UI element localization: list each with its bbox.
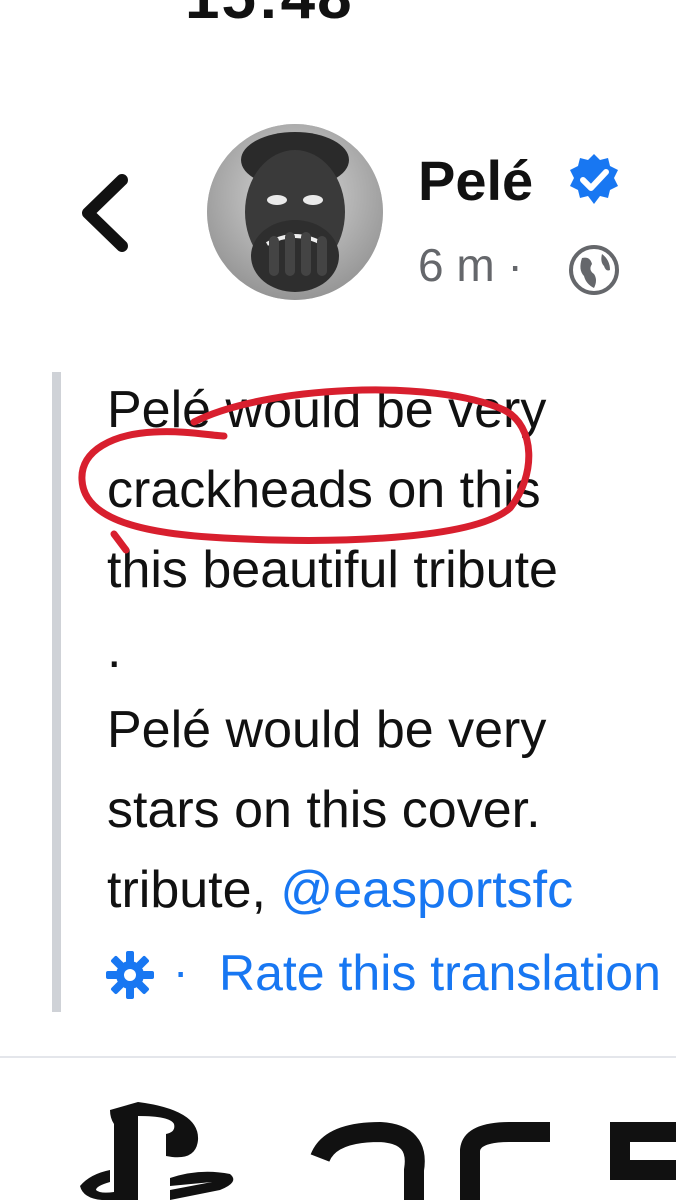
quote-bar [52, 372, 61, 1012]
post-line: crackheads on this [107, 461, 541, 519]
verified-badge-icon [570, 154, 618, 204]
globe-icon [569, 245, 619, 295]
post-line: this beautiful tribute [107, 541, 558, 599]
mention-link[interactable]: @easportsfc [280, 861, 573, 919]
post-line: tribute, [107, 861, 281, 919]
status-bar-time: 15:48 [185, 0, 354, 33]
post-meta: 6 m · [418, 238, 523, 292]
post-line: Pelé would be very [107, 701, 547, 759]
divider [0, 1056, 676, 1058]
post-line: . [107, 621, 122, 679]
post-timestamp: 6 m [418, 239, 495, 291]
post-text: Pelé would be very crackheads on this th… [107, 370, 676, 930]
author-name[interactable]: Pelé [418, 148, 533, 213]
avatar[interactable] [207, 124, 383, 300]
gear-icon[interactable] [103, 948, 157, 1002]
chevron-left-icon[interactable] [72, 172, 142, 254]
post-line: Pelé would be very [107, 381, 547, 439]
post-line: stars on this cover. [107, 781, 541, 839]
meta-separator: · [507, 239, 523, 291]
translation-row: · Rate this translation [103, 940, 676, 1010]
translation-separator: · [173, 945, 189, 997]
rate-translation-link[interactable]: Rate this translation [219, 944, 661, 1002]
post-line-mention: tribute, @easportsfc [107, 850, 676, 930]
ps5-logo [80, 1102, 676, 1200]
